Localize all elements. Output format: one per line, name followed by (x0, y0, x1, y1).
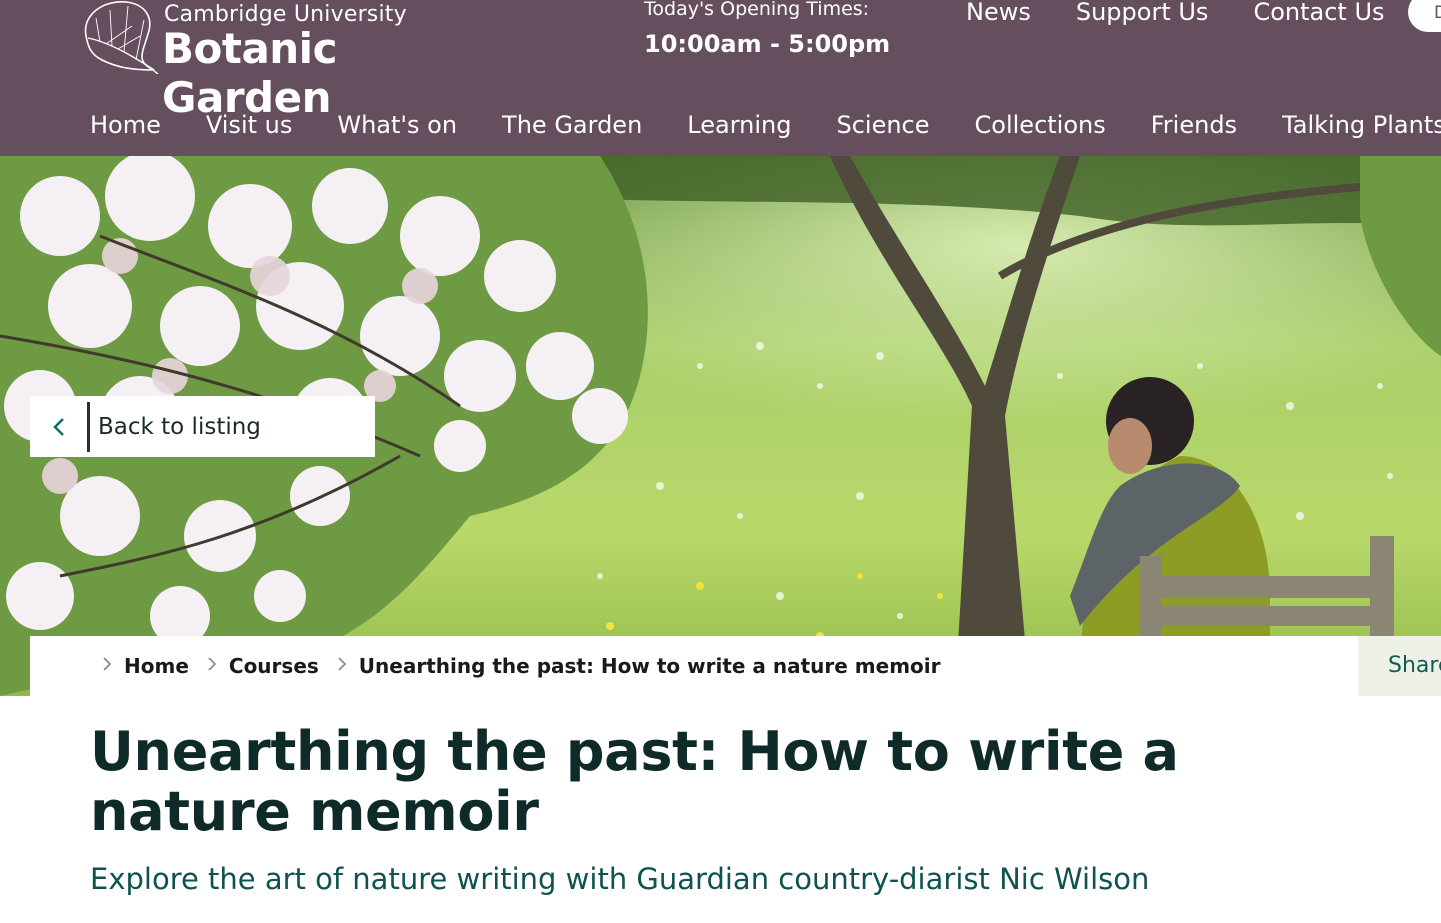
breadcrumb: Home Courses Unearthing the past: How to… (30, 636, 1358, 696)
utility-nav-contact-us[interactable]: Contact Us (1253, 0, 1384, 24)
breadcrumb-label: Unearthing the past: How to write a natu… (358, 654, 941, 678)
donate-button-label: D (1434, 3, 1441, 23)
nav-item-home[interactable]: Home (90, 111, 161, 139)
utility-nav-news[interactable]: News (966, 0, 1031, 24)
opening-times-hours: 10:00am - 5:00pm (644, 30, 891, 58)
page-title: Unearthing the past: How to write a natu… (90, 720, 1179, 843)
nav-item-friends[interactable]: Friends (1151, 111, 1237, 139)
main-nav: Home Visit us What's on The Garden Learn… (90, 111, 1441, 139)
share-label: Share (1388, 653, 1441, 678)
breadcrumb-label: Home (124, 654, 189, 678)
breadcrumb-item-current: Unearthing the past: How to write a natu… (337, 654, 941, 678)
back-to-listing-label: Back to listing (98, 413, 261, 440)
chevron-right-icon (102, 656, 112, 677)
share-button[interactable]: Share (1358, 636, 1441, 696)
site-header: Cambridge University Botanic Garden Toda… (0, 0, 1441, 156)
nav-item-talking-plants[interactable]: Talking Plants (1282, 111, 1441, 139)
utility-nav-support-us[interactable]: Support Us (1076, 0, 1209, 24)
breadcrumb-item-home[interactable]: Home (102, 654, 189, 678)
chevron-right-icon (337, 656, 347, 677)
nav-item-visit-us[interactable]: Visit us (206, 111, 292, 139)
chevron-right-icon (207, 656, 217, 677)
chevron-left-icon (30, 396, 87, 457)
breadcrumb-label: Courses (228, 654, 319, 678)
opening-times-label: Today's Opening Times: (644, 0, 870, 20)
site-logo[interactable]: Cambridge University Botanic Garden (74, 0, 494, 122)
opening-times: Today's Opening Times: 10:00am - 5:00pm (644, 0, 890, 58)
page-subtitle: Explore the art of nature writing with G… (90, 862, 1150, 896)
nav-item-the-garden[interactable]: The Garden (502, 111, 642, 139)
nav-item-whats-on[interactable]: What's on (337, 111, 457, 139)
nav-item-science[interactable]: Science (836, 111, 929, 139)
donate-button[interactable]: D (1408, 0, 1441, 32)
nav-item-collections[interactable]: Collections (975, 111, 1106, 139)
logo-line-big: Botanic Garden (162, 24, 337, 122)
utility-nav: News Support Us Contact Us (966, 0, 1385, 24)
leaf-logo-icon (84, 1, 159, 74)
nav-item-learning[interactable]: Learning (687, 111, 791, 139)
breadcrumb-item-courses[interactable]: Courses (207, 654, 319, 678)
back-to-listing-button[interactable]: Back to listing (30, 396, 375, 457)
